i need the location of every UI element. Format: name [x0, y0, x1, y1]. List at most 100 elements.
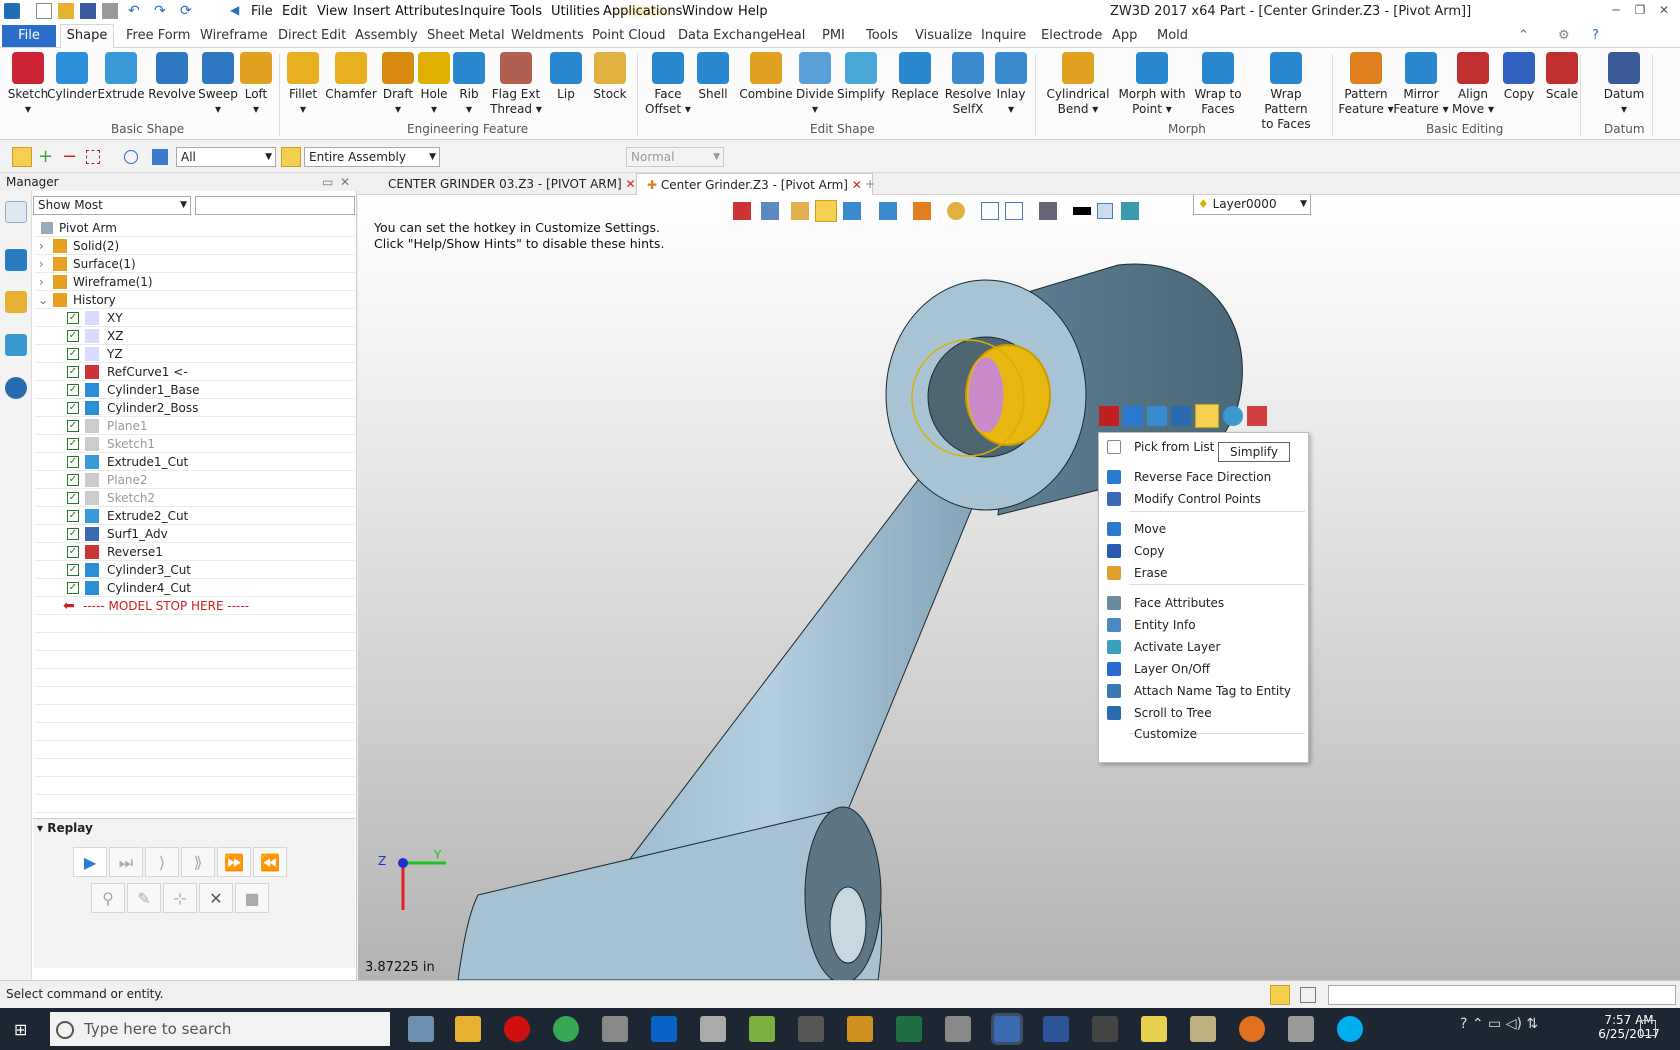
history-item[interactable]: ✓ YZ — [35, 345, 355, 363]
context-menu-item[interactable]: Modify Control Points — [1099, 488, 1308, 510]
menu-view[interactable]: View — [317, 4, 348, 19]
tab-inquire[interactable]: Inquire — [981, 28, 1026, 43]
stop-button[interactable]: ■ — [235, 883, 269, 913]
step-next-button[interactable]: ⟩ — [145, 847, 179, 877]
lasso-icon[interactable] — [124, 150, 138, 164]
settings-gear-icon[interactable]: ⚙ — [1558, 28, 1570, 43]
history-tree-icon[interactable] — [5, 201, 27, 223]
app-icon[interactable] — [1239, 1016, 1265, 1042]
context-menu-item[interactable]: Attach Name Tag to Entity — [1099, 680, 1308, 702]
tab-pmi[interactable]: PMI — [822, 28, 845, 43]
app-icon[interactable] — [847, 1016, 873, 1042]
history-item[interactable]: ✓ Plane1 — [35, 417, 355, 435]
assembly-scope-icon[interactable] — [281, 147, 301, 167]
ribbon-button[interactable]: Wrap Pattern to Faces — [1251, 52, 1321, 132]
tab-weldments[interactable]: Weldments — [511, 28, 584, 43]
replace-icon[interactable] — [1147, 406, 1167, 426]
ribbon-button[interactable]: Cylindrical Bend ▾ — [1043, 52, 1113, 117]
tab-direct-edit[interactable]: Direct Edit — [278, 28, 346, 43]
print-icon[interactable] — [102, 3, 118, 19]
menu-edit[interactable]: Edit — [282, 4, 307, 19]
simplify-icon[interactable] — [1195, 404, 1219, 428]
history-item[interactable]: ✓ Sketch1 — [35, 435, 355, 453]
chrome-icon[interactable] — [553, 1016, 579, 1042]
help-icon[interactable]: ? — [1592, 28, 1599, 43]
checkbox[interactable]: ✓ — [67, 474, 79, 486]
edit-button[interactable]: ✎ — [127, 883, 161, 913]
checkbox[interactable]: ✓ — [67, 582, 79, 594]
context-menu-item[interactable]: Entity Info — [1099, 614, 1308, 636]
windows-start-icon[interactable]: ⊞ — [14, 1020, 32, 1039]
app-icon[interactable] — [1190, 1016, 1216, 1042]
wrap-icon[interactable] — [1247, 406, 1267, 426]
box-select-icon[interactable] — [86, 150, 100, 164]
3d-viewport[interactable]: You can set the hotkey in Customize Sett… — [358, 195, 1680, 980]
app-icon[interactable] — [798, 1016, 824, 1042]
file-explorer-icon[interactable] — [455, 1016, 481, 1042]
context-menu-item[interactable]: Move — [1099, 518, 1308, 540]
new-file-icon[interactable] — [36, 3, 52, 19]
opera-icon[interactable] — [504, 1016, 530, 1042]
face-offset-icon[interactable] — [1123, 406, 1143, 426]
context-menu-item[interactable]: Scroll to Tree — [1099, 702, 1308, 724]
checkbox[interactable]: ✓ — [67, 312, 79, 324]
close-icon[interactable]: ✕ — [1656, 3, 1672, 19]
tray-icons[interactable]: ? ⌃ ▭ ◁) ⇅ — [1460, 1016, 1580, 1042]
expand-icon[interactable]: › — [39, 255, 44, 273]
step-forward-button[interactable]: ⏭ — [109, 847, 143, 877]
checkbox[interactable]: ✓ — [67, 546, 79, 558]
command-input[interactable] — [1328, 985, 1676, 1005]
tree-folder-history[interactable]: ⌄ History — [35, 291, 355, 309]
checkbox[interactable]: ✓ — [67, 366, 79, 378]
tab-visualize[interactable]: Visualize — [915, 28, 972, 43]
tab-shape[interactable]: Shape — [60, 24, 114, 49]
tab-tools[interactable]: Tools — [866, 28, 898, 43]
model-stop-row[interactable]: ⬅ ----- MODEL STOP HERE ----- — [35, 597, 355, 615]
menu-tools[interactable]: Tools — [510, 4, 542, 19]
redo-icon[interactable]: ↷ — [154, 3, 170, 19]
menu-inquire[interactable]: Inquire — [460, 4, 505, 19]
tree-root[interactable]: Pivot Arm — [35, 219, 355, 237]
menu-help[interactable]: Help — [738, 4, 768, 19]
link-button[interactable]: ⚲ — [91, 883, 125, 913]
collapse-icon[interactable]: ⌄ — [38, 291, 48, 309]
app-icon[interactable] — [945, 1016, 971, 1042]
sphere-icon[interactable] — [1223, 406, 1243, 426]
minimize-icon[interactable]: ─ — [1608, 3, 1624, 19]
expand-icon[interactable]: › — [39, 237, 44, 255]
history-item[interactable]: ✓ Extrude1_Cut — [35, 453, 355, 471]
list-icon[interactable] — [1300, 987, 1316, 1003]
replay-header[interactable]: ▾ Replay — [37, 821, 93, 835]
collapse-ribbon-icon[interactable]: ⌃ — [1518, 28, 1529, 43]
checkbox[interactable]: ✓ — [67, 492, 79, 504]
app-icon[interactable] — [602, 1016, 628, 1042]
checkbox[interactable]: ✓ — [67, 564, 79, 576]
context-menu-item[interactable]: Customize — [1099, 723, 1308, 745]
menu-applications[interactable]: Applications — [603, 4, 683, 19]
scope-select[interactable]: Entire Assembly ▼ — [304, 147, 440, 167]
task-view-icon[interactable] — [408, 1016, 434, 1042]
align-move-icon[interactable] — [1099, 406, 1119, 426]
close-panel-icon[interactable]: ✕ — [340, 173, 350, 191]
checkbox[interactable]: ✓ — [67, 528, 79, 540]
notifications-icon[interactable] — [1640, 1020, 1656, 1036]
checkbox[interactable]: ✓ — [67, 402, 79, 414]
outlook-icon[interactable] — [651, 1016, 677, 1042]
refresh-icon[interactable]: ⟳ — [180, 3, 196, 19]
tree-folder[interactable]: › Wireframe(1) — [35, 273, 355, 291]
tab-file[interactable]: File — [2, 25, 56, 47]
tab-point-cloud[interactable]: Point Cloud — [592, 28, 666, 43]
ribbon-button[interactable]: Morph with Point ▾ — [1117, 52, 1187, 117]
highlighted-face[interactable] — [967, 356, 1005, 434]
remove-icon[interactable]: − — [62, 147, 78, 167]
tab-heal[interactable]: Heal — [776, 28, 805, 43]
tab-electrode[interactable]: Electrode — [1041, 28, 1102, 43]
delete-button[interactable]: ✕ — [199, 883, 233, 913]
menu-window[interactable]: Window — [682, 4, 733, 19]
view-icon[interactable] — [5, 334, 27, 356]
checkbox[interactable]: ✓ — [67, 456, 79, 468]
checkbox[interactable]: ✓ — [67, 438, 79, 450]
sticky-notes-icon[interactable] — [1141, 1016, 1167, 1042]
context-menu-item[interactable]: Layer On/Off — [1099, 658, 1308, 680]
mode-select[interactable]: Normal ▼ — [626, 147, 724, 167]
